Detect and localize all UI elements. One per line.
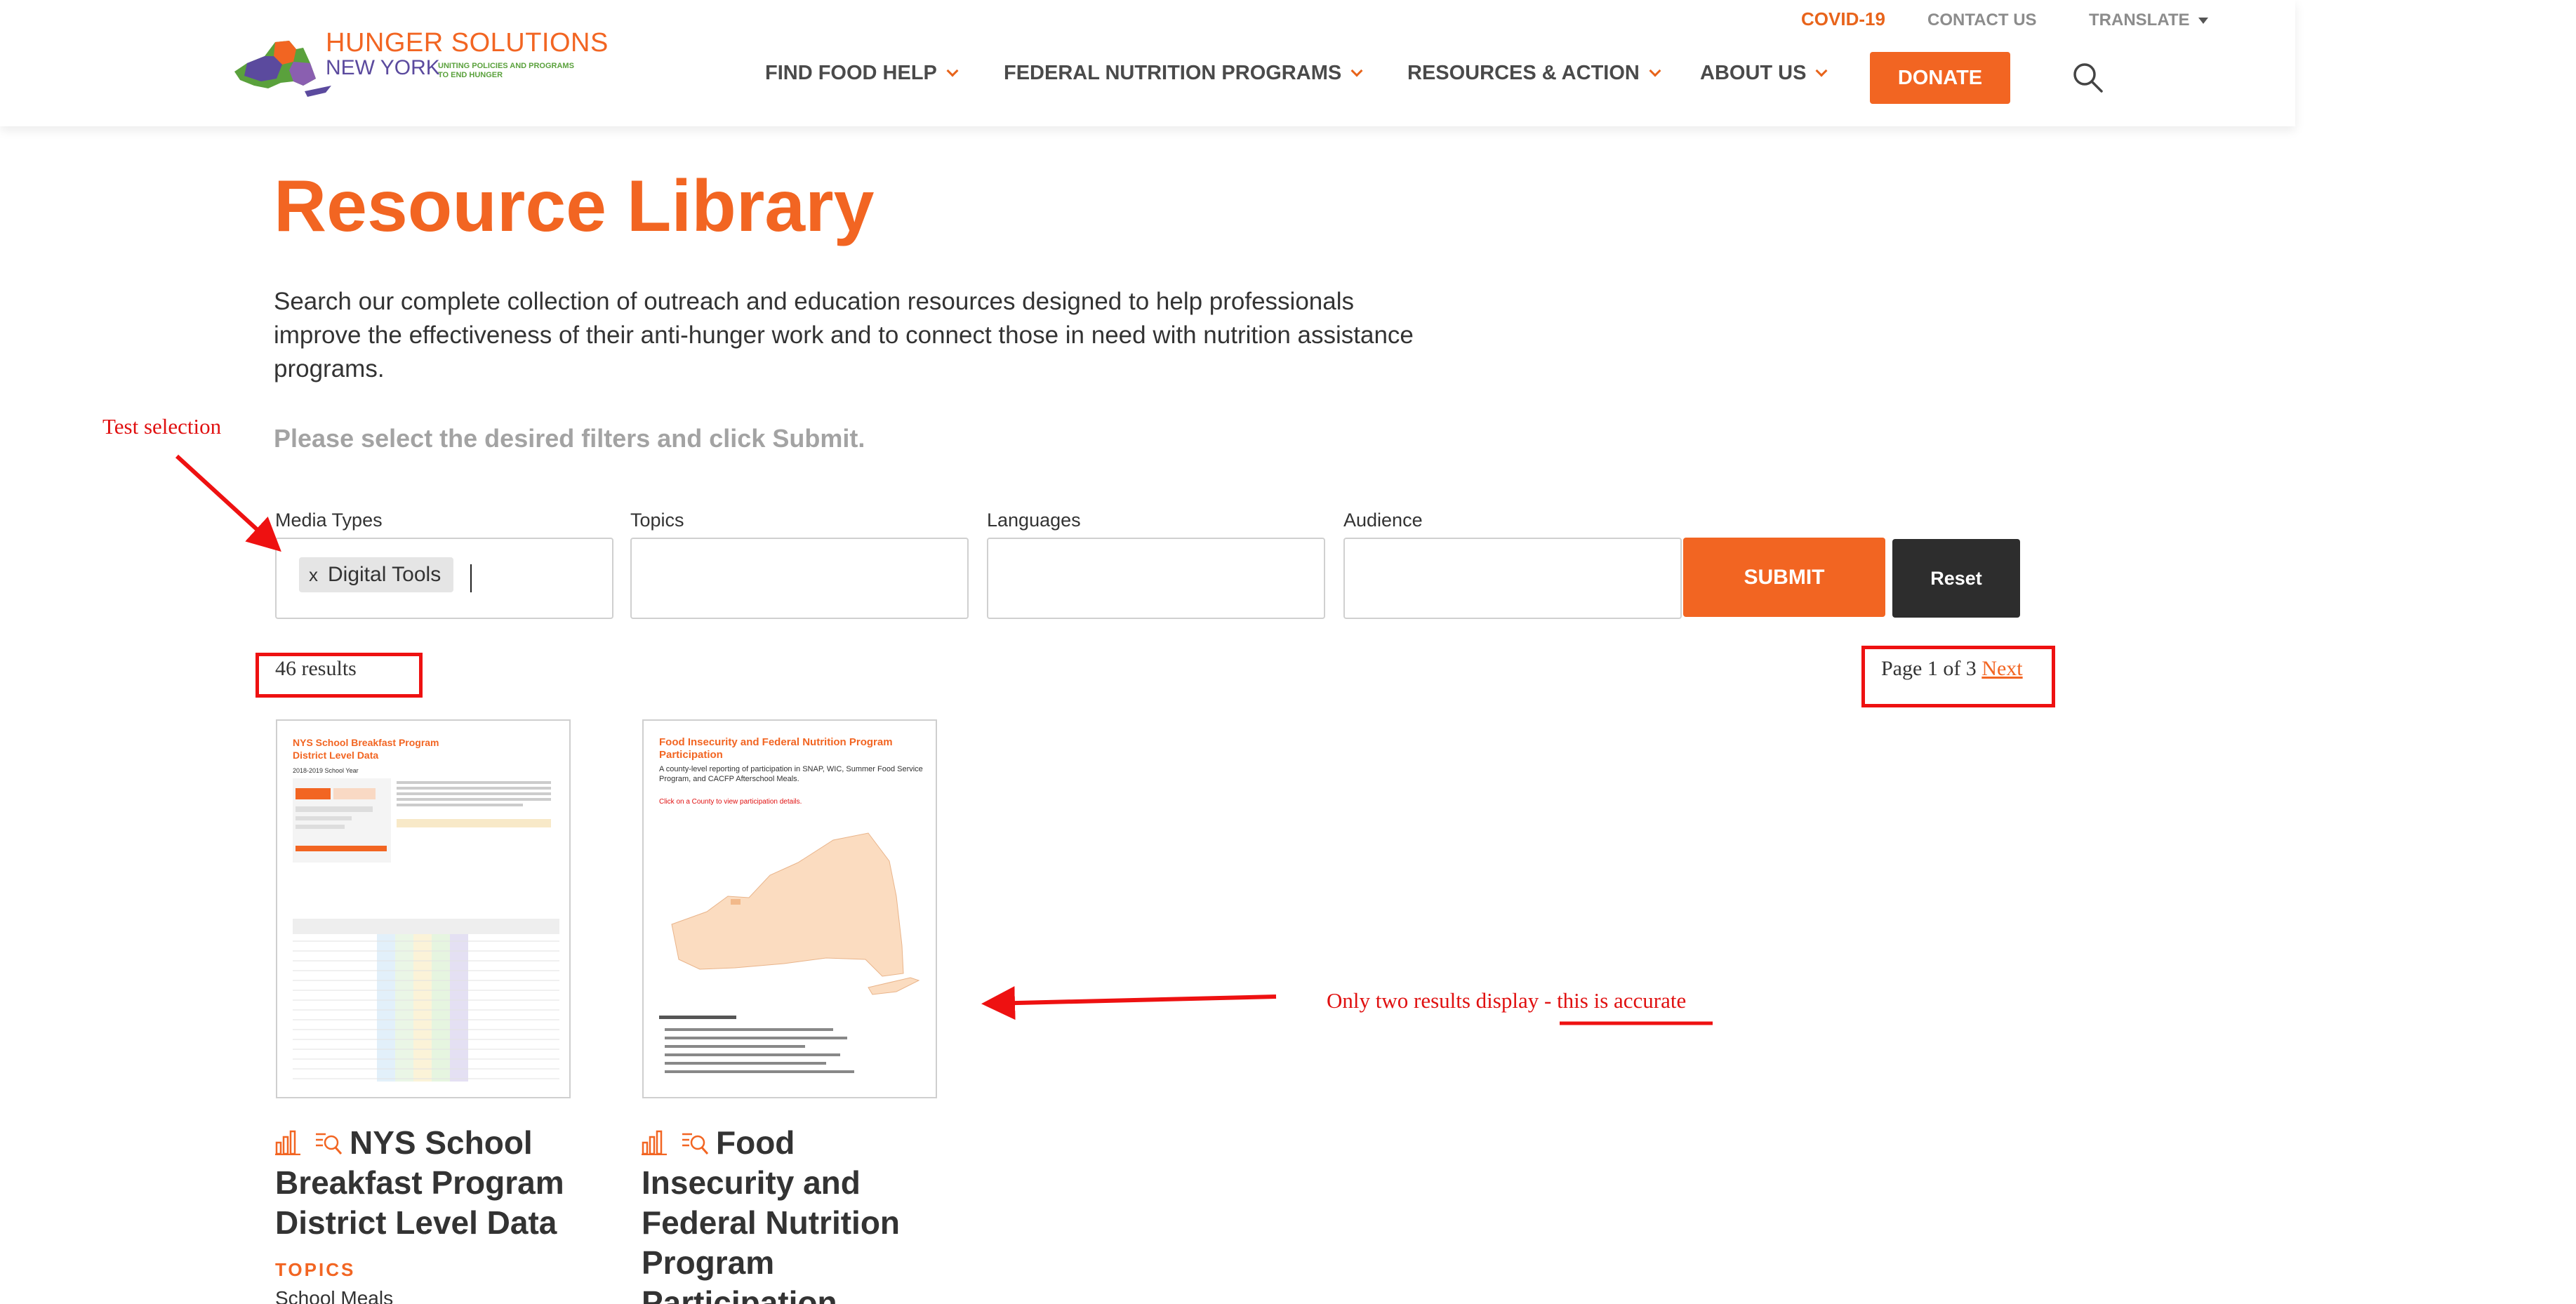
topics-heading: TOPICS [275, 1259, 356, 1280]
resource-card-title[interactable]: Food Insecurity and Federal Nutrition Pr… [642, 1123, 922, 1304]
annotation-only-two-results: Only two results display - this is accur… [1327, 988, 1686, 1013]
chevron-down-icon [1649, 65, 1661, 77]
nav-label: FEDERAL NUTRITION PROGRAMS [1004, 62, 1342, 84]
document-search-icon [316, 1133, 343, 1155]
topics-select[interactable] [630, 538, 969, 619]
logo-subtitle: NEW YORK [326, 56, 440, 79]
caret-down-icon [2198, 18, 2208, 25]
media-types-label: Media Types [275, 510, 383, 531]
intro-paragraph: Search our complete collection of outrea… [274, 288, 1414, 382]
nav-about-us[interactable]: ABOUT US [1700, 62, 1828, 85]
notes-text-preview [659, 1016, 854, 1073]
thumbnail-subtitle: 2018-2019 School Year [293, 767, 359, 774]
search-icon[interactable] [2071, 60, 2104, 94]
audience-select[interactable] [1343, 538, 1682, 619]
audience-label: Audience [1343, 510, 1423, 531]
card-type-icons [642, 1130, 709, 1157]
chip-label: Digital Tools [328, 563, 441, 586]
bar-chart-icon [275, 1130, 300, 1155]
document-search-icon [682, 1133, 709, 1155]
thumbnail-title: Food Insecurity and Federal Nutrition Pr… [659, 736, 893, 761]
translate-label: TRANSLATE [2089, 11, 2190, 29]
thumbnail-title: NYS School Breakfast Program District Le… [293, 737, 439, 761]
submit-button[interactable]: SUBMIT [1683, 538, 1885, 617]
nav-label: ABOUT US [1700, 62, 1807, 84]
nav-resources-action[interactable]: RESOURCES & ACTION [1407, 62, 1661, 85]
languages-label: Languages [987, 510, 1081, 531]
text-cursor [470, 564, 472, 592]
card-type-icons [275, 1130, 343, 1157]
bar-chart-icon [642, 1130, 667, 1155]
annotation-test-selection: Test selection [102, 414, 222, 439]
page-title: Resource Library [274, 166, 875, 247]
translate-dropdown[interactable]: TRANSLATE [2089, 11, 2208, 36]
topics-label: Topics [630, 510, 684, 531]
resource-thumbnail[interactable]: NYS School Breakfast Program District Le… [276, 719, 571, 1098]
nav-label: FIND FOOD HELP [765, 62, 937, 84]
logo-tagline: UNITING POLICIES AND PROGRAMS TO END HUN… [438, 62, 574, 79]
new-york-map-logo-icon [234, 41, 331, 97]
remove-chip-icon[interactable]: x [309, 564, 318, 586]
spreadsheet-preview-image [293, 778, 559, 1082]
chevron-down-icon [946, 65, 959, 77]
languages-select[interactable] [987, 538, 1325, 619]
donate-button[interactable]: DONATE [1870, 52, 2010, 104]
logo-title: HUNGER SOLUTIONS [326, 28, 609, 58]
chevron-down-icon [1815, 65, 1828, 77]
arrow-to-second-card [981, 986, 1277, 1020]
covid-link[interactable]: COVID-19 [1801, 8, 1885, 34]
annotation-emphasis: this is accurate [1557, 988, 1687, 1013]
reset-button[interactable]: Reset [1892, 539, 2020, 618]
contact-us-link[interactable]: CONTACT US [1927, 11, 2037, 36]
new-york-county-map-image [671, 832, 920, 995]
site-logo[interactable]: HUNGER SOLUTIONS NEW YORK UNITING POLICI… [226, 21, 608, 105]
topics-value[interactable]: School Meals [275, 1287, 393, 1304]
nav-label: RESOURCES & ACTION [1407, 62, 1640, 84]
thumbnail-link-text: Click on a County to view participation … [659, 798, 802, 806]
nav-find-food-help[interactable]: FIND FOOD HELP [765, 62, 959, 85]
selected-filter-chip: x Digital Tools [299, 557, 454, 592]
annotation-box-pagination [1861, 646, 2055, 707]
filter-instruction: Please select the desired filters and cl… [274, 424, 865, 453]
resource-thumbnail[interactable]: Food Insecurity and Federal Nutrition Pr… [642, 719, 937, 1098]
media-types-select[interactable]: x Digital Tools [275, 538, 613, 619]
annotation-text: Only two results display - [1327, 988, 1558, 1013]
chevron-down-icon [1350, 65, 1363, 77]
thumbnail-subtitle: A county-level reporting of participatio… [659, 765, 923, 783]
arrow-to-media-types [175, 454, 281, 552]
annotation-box-results-count [255, 653, 423, 698]
nav-federal-nutrition-programs[interactable]: FEDERAL NUTRITION PROGRAMS [1004, 62, 1363, 85]
resource-card-title[interactable]: NYS School Breakfast Program District Le… [275, 1123, 605, 1243]
site-header: HUNGER SOLUTIONS NEW YORK UNITING POLICI… [0, 0, 2295, 126]
